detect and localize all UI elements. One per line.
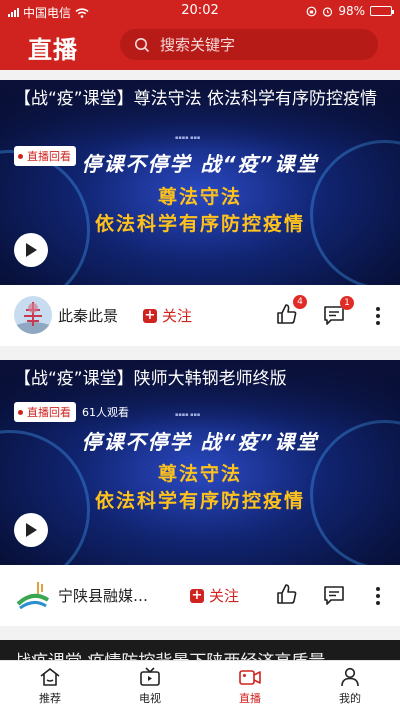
comment-count: 1	[340, 296, 354, 310]
follow-label: 关注	[209, 587, 240, 605]
search-input[interactable]: 搜索关键字	[120, 29, 378, 60]
status-right: 98%	[306, 4, 394, 18]
feed-card[interactable]: ▪▪▪▪ ▪▪▪ 停课不停学 战“疫”课堂 尊法守法 依法科学有序防控疫情 【战…	[0, 80, 400, 346]
replay-badge: 直播回看	[14, 146, 76, 166]
search-icon	[135, 37, 150, 52]
broadcaster-logos: ▪▪▪▪ ▪▪▪	[175, 412, 201, 418]
card-footer: 此秦此景 + 关注 4 1	[0, 285, 400, 345]
tab-label: 电视	[139, 692, 161, 705]
poster-line1: 尊法守法	[157, 463, 242, 485]
rotation-lock-icon	[306, 6, 317, 16]
video-camera-icon	[239, 670, 261, 685]
broadcaster-logos: ▪▪▪▪ ▪▪▪	[175, 135, 201, 141]
badge-label: 直播回看	[27, 150, 71, 163]
play-icon	[26, 523, 37, 537]
tab-tv[interactable]: 电视	[100, 661, 200, 710]
search-placeholder: 搜索关键字	[160, 36, 236, 54]
author-name[interactable]: 宁陕县融媒…	[58, 585, 148, 606]
avatar[interactable]	[14, 576, 52, 614]
app-header: 中国电信 20:02 98% 直播 搜索关键字	[0, 0, 400, 70]
poster-line2: 依法科学有序防控疫情	[94, 490, 305, 512]
play-button[interactable]	[14, 513, 48, 547]
more-options-icon[interactable]	[376, 587, 380, 605]
more-options-icon[interactable]	[376, 307, 380, 325]
comment-button[interactable]: 1	[323, 296, 354, 328]
poster-line1: 尊法守法	[157, 186, 242, 208]
status-bar: 中国电信 20:02 98%	[0, 0, 400, 22]
page-title: 直播	[28, 36, 78, 64]
tab-label: 推荐	[39, 692, 61, 705]
home-icon	[40, 668, 60, 686]
badge-label: 直播回看	[27, 406, 71, 419]
tv-icon	[140, 667, 160, 686]
alarm-icon	[323, 6, 333, 17]
play-icon	[26, 243, 37, 257]
bottom-tab-bar: 推荐 电视 直播 我的	[0, 660, 400, 710]
replay-badge: 直播回看 61人观看	[14, 402, 129, 422]
battery-icon	[370, 6, 394, 16]
feed-card[interactable]: ▪▪▪▪ ▪▪▪ 停课不停学 战“疫”课堂 尊法守法 依法科学有序防控疫情 【战…	[0, 360, 400, 626]
like-count: 4	[293, 295, 307, 309]
poster-line2: 依法科学有序防控疫情	[94, 213, 305, 235]
video-title[interactable]: 【战“疫”课堂】尊法守法 依法科学有序防控疫情	[14, 84, 386, 114]
follow-label: 关注	[162, 307, 193, 325]
battery-percent: 98%	[338, 4, 365, 18]
thumbs-up-icon	[277, 584, 297, 604]
comment-button[interactable]	[323, 584, 347, 608]
author-name[interactable]: 此秦此景	[58, 305, 118, 326]
comment-icon	[324, 586, 344, 605]
tab-mine[interactable]: 我的	[300, 661, 400, 710]
plus-icon: +	[190, 587, 204, 603]
avatar[interactable]	[14, 296, 52, 334]
viewer-count: 61人观看	[82, 406, 129, 419]
like-button[interactable]	[276, 583, 300, 607]
tab-label: 我的	[339, 692, 361, 705]
tab-recommend[interactable]: 推荐	[0, 661, 100, 710]
follow-button[interactable]: + 关注	[190, 585, 239, 606]
like-button[interactable]: 4	[276, 295, 307, 327]
poster-slogan: 停课不停学 战“疫”课堂	[81, 430, 319, 454]
user-icon	[341, 667, 359, 687]
video-title[interactable]: 【战“疫”课堂】陕师大韩钢老师终版	[14, 364, 386, 394]
card-footer: 宁陕县融媒… + 关注	[0, 565, 400, 625]
tab-live[interactable]: 直播	[200, 661, 300, 710]
tab-label: 直播	[239, 692, 261, 705]
plus-icon: +	[143, 307, 157, 323]
follow-button[interactable]: + 关注	[143, 305, 192, 326]
play-button[interactable]	[14, 233, 48, 267]
